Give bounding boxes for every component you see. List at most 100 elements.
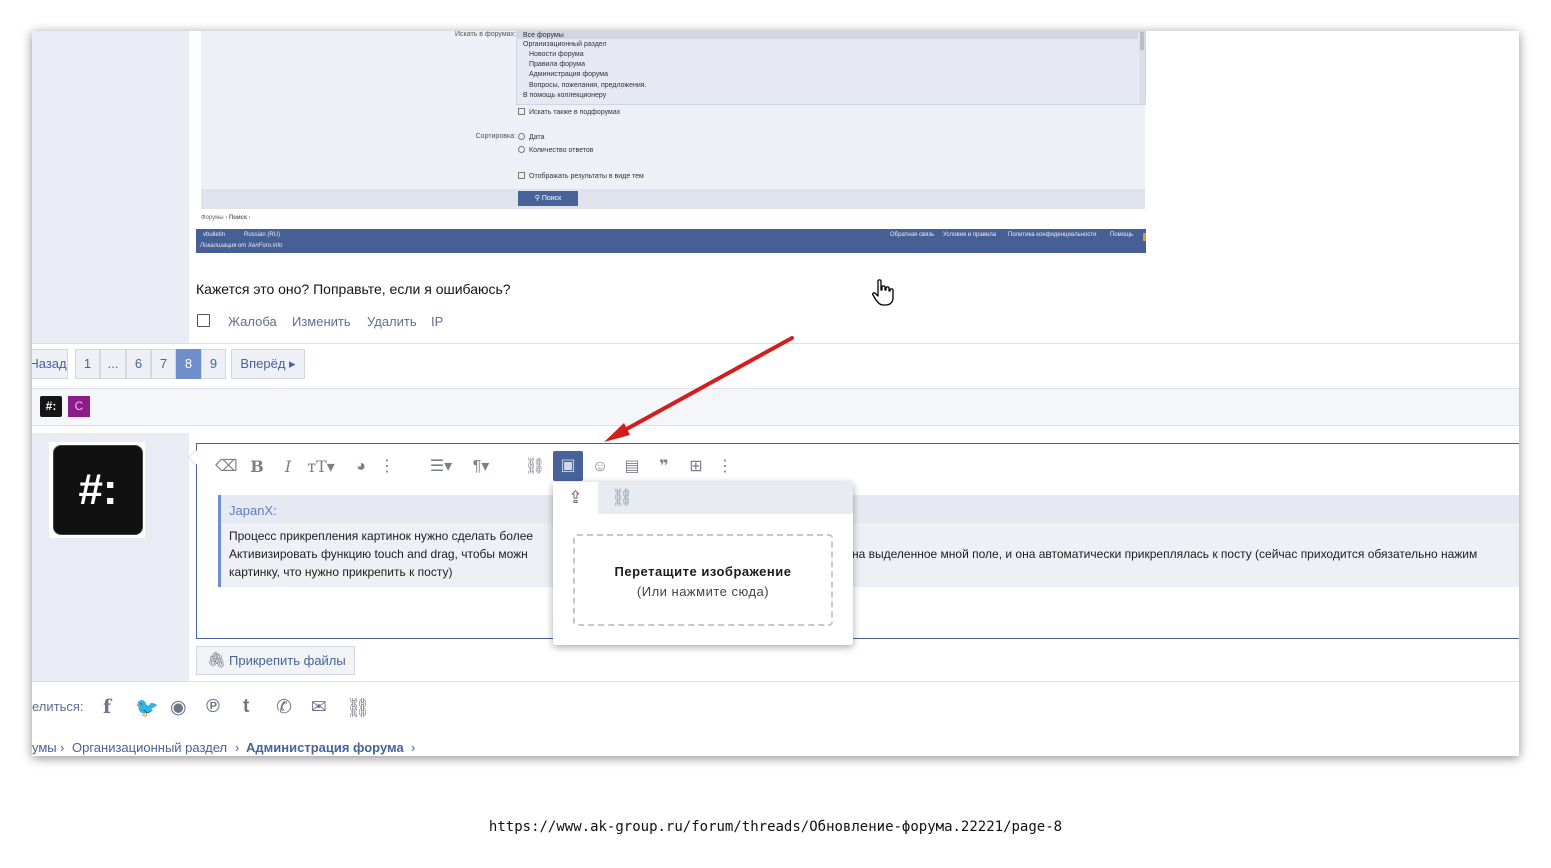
share-label: елиться: (32, 699, 84, 714)
sort-replies-radio: Количество ответов (518, 146, 594, 154)
breadcrumb-separator: › (411, 740, 416, 755)
sort-label: Сортировка: (475, 133, 516, 140)
embedded-footer: vbulletin Russian (RU) Локализация от Xe… (196, 229, 1146, 253)
edit-link[interactable]: Изменить (292, 314, 351, 329)
facebook-icon[interactable]: f (103, 696, 111, 718)
quote-author[interactable]: JapanX: (229, 503, 277, 518)
quote-line: Процесс прикрепления картинок нужно сдел… (229, 529, 534, 543)
embedded-search-button: ⚲ Поиск (518, 191, 578, 206)
link-icon[interactable]: ⛓ (346, 696, 370, 720)
page-ellipsis[interactable]: ... (100, 349, 126, 379)
quote-icon[interactable]: ❞ (652, 454, 676, 480)
page-link[interactable]: 7 (151, 349, 176, 379)
upload-icon[interactable]: ⇪ (553, 482, 598, 514)
italic-icon[interactable]: I (277, 454, 299, 480)
link-icon[interactable]: ⛓ (605, 482, 639, 514)
font-size-icon[interactable]: тT▾ (304, 454, 338, 480)
eraser-icon[interactable]: ⌫ (215, 454, 238, 480)
pagination-next[interactable]: Вперёд ▸ (231, 349, 305, 379)
footer-link: Политика конфиденциальности (1008, 232, 1097, 238)
typing-bar (32, 388, 1519, 426)
delete-link[interactable]: Удалить (367, 314, 417, 329)
forum-option: В помощь коллекционеру (523, 92, 607, 99)
quoted-message: JapanX: Процесс прикрепления картинок ну… (218, 495, 1519, 587)
forum-option: Новости форума (529, 51, 584, 58)
select-post-checkbox[interactable] (197, 314, 210, 327)
search-in-label: Искать в форумах: (455, 31, 516, 38)
bold-icon[interactable]: B (246, 454, 268, 480)
whatsapp-icon[interactable]: ✆ (276, 696, 292, 719)
page-link[interactable]: 1 (75, 349, 100, 379)
more-icon[interactable]: ⋮ (379, 454, 395, 480)
more-icon[interactable]: ⋮ (717, 454, 733, 480)
breadcrumb-item[interactable]: Администрация форума (246, 740, 404, 755)
quote-line: картинку, что нужно прикрепить к посту) (229, 565, 453, 579)
paragraph-icon[interactable]: ¶▾ (467, 454, 495, 480)
forum-option: Вопросы, пожелания, предложения. (529, 82, 647, 89)
paperclip-icon: 🖇 (207, 652, 227, 669)
share-bar: елиться: f 🐦 ◉ ℗ t ✆ ✉ ⛓ (32, 696, 370, 719)
page-link[interactable]: 6 (126, 349, 151, 379)
align-icon[interactable]: ☰▾ (426, 454, 456, 480)
hand-cursor-icon (872, 279, 894, 306)
avatar[interactable]: #: (49, 442, 145, 538)
media-icon[interactable]: ▤ (621, 454, 643, 480)
forum-listbox: Все форумы Организационный раздел Новост… (516, 31, 1146, 105)
user-avatar-small[interactable]: C (68, 396, 90, 417)
forum-option: Администрация форума (529, 71, 608, 78)
reddit-icon[interactable]: ◉ (170, 696, 187, 719)
quote-line: Активизировать функцию touch and drag, ч… (229, 547, 528, 561)
forum-option: Организационный раздел (523, 41, 607, 48)
page-current[interactable]: 8 (176, 349, 201, 379)
breadcrumb-item[interactable]: умы (32, 740, 57, 755)
breadcrumb-separator: › (60, 740, 65, 755)
footer-link: Условия и правила (943, 232, 997, 238)
table-icon[interactable]: ⊞ (685, 454, 707, 480)
quote-header (221, 495, 1519, 523)
embedded-breadcrumb: Форумы › Поиск › (201, 215, 251, 221)
footer-link: Обратная связь (890, 232, 935, 238)
forum-option: Правила форума (529, 61, 585, 68)
email-icon[interactable]: ✉ (311, 696, 327, 719)
breadcrumb-item[interactable]: Организационный раздел (72, 740, 227, 755)
embedded-image: Искать в форумах: Все форумы Организацио… (196, 31, 1146, 253)
image-icon[interactable]: ▣ (553, 451, 583, 481)
attach-files-button[interactable]: 🖇 Прикрепить файлы (196, 646, 355, 675)
divider (32, 681, 1519, 682)
smiley-icon[interactable]: ☺ (589, 454, 611, 480)
pinterest-icon[interactable]: ℗ (206, 696, 220, 718)
dropzone-title: Перетащите изображение (614, 564, 792, 579)
avatar-image: #: (53, 445, 143, 535)
sort-date-radio: Дата (518, 133, 545, 141)
divider (32, 343, 1519, 344)
report-link[interactable]: Жалоба (228, 314, 277, 329)
browser-screenshot: Искать в форумах: Все форумы Организацио… (32, 31, 1519, 756)
editor-toolbar: ⌫ B I тT▾ ◕ ⋮ ☰▾ ¶▾ ⛓ ▣ ☺ ▤ ❞ ⊞ ⋮ (197, 450, 1519, 484)
search-icon: ⚲ (534, 195, 542, 202)
reply-editor[interactable]: ⌫ B I тT▾ ◕ ⋮ ☰▾ ¶▾ ⛓ ▣ ☺ ▤ ❞ ⊞ ⋮ JapanX… (187, 443, 1519, 639)
tumblr-icon[interactable]: t (243, 696, 249, 718)
post-message: Кажется это оно? Поправьте, если я ошиба… (196, 281, 511, 297)
page-url-caption: https://www.ak-group.ru/forum/threads/Об… (488, 819, 1063, 835)
page-link[interactable]: 9 (201, 349, 226, 379)
footer-language: Russian (RU) (244, 232, 281, 238)
image-dropzone[interactable]: Перетащите изображение (Или нажмите сюда… (573, 534, 833, 626)
subforums-checkbox: Искать также в подфорумах (518, 108, 620, 116)
twitter-icon[interactable]: 🐦 (135, 696, 159, 720)
ip-link[interactable]: IP (431, 314, 443, 329)
user-avatar-small[interactable]: #: (40, 396, 62, 417)
palette-icon[interactable]: ◕ (350, 454, 372, 480)
dropzone-hint: (Или нажмите сюда) (636, 584, 770, 599)
threads-checkbox: Отображать результаты в виде тем (518, 172, 644, 180)
form-button-bar (201, 189, 1145, 209)
link-icon[interactable]: ⛓ (524, 454, 546, 480)
footer-localization: Локализация от XenForo.info (200, 243, 283, 249)
breadcrumb-separator: › (235, 740, 240, 755)
listbox-scrollbar (1139, 32, 1145, 104)
footer-accent (1143, 233, 1146, 241)
quote-line: на выделенное мной поле, и она автоматич… (852, 547, 1478, 561)
footer-link: Помощь (1110, 232, 1134, 238)
footer-brand: vbulletin (203, 232, 226, 238)
image-insert-popup: ⇪ ⛓ Перетащите изображение (Или нажмите … (553, 482, 853, 645)
pagination-prev[interactable]: Назад (32, 349, 68, 379)
